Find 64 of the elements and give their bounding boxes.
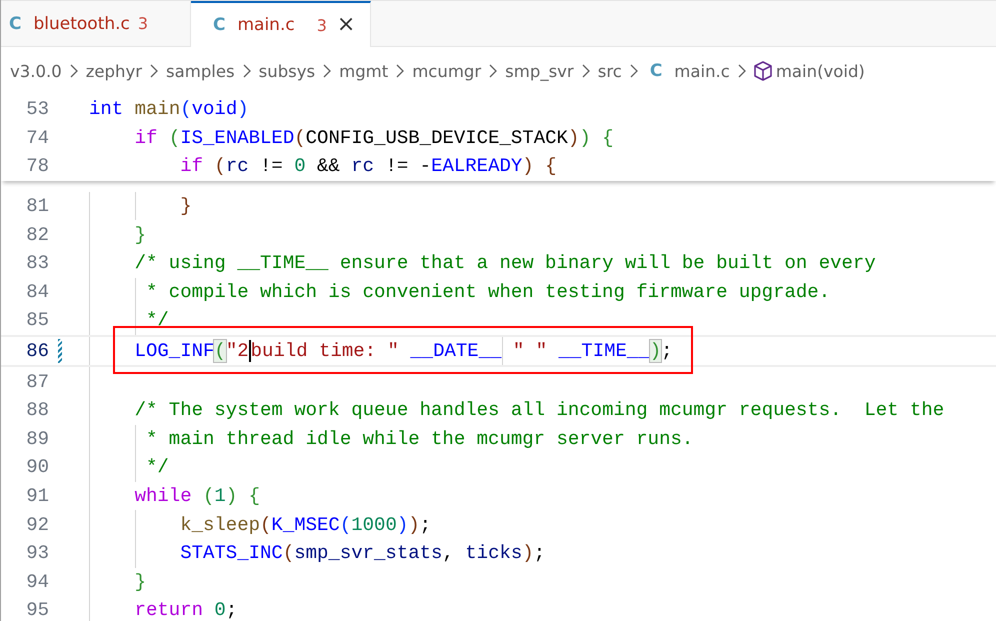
chevron-icon — [396, 64, 404, 78]
chevron-icon — [582, 64, 590, 78]
code-line: if (IS_ENABLED(CONFIG_USB_DEVICE_STACK)) { — [134, 126, 614, 151]
code-line: STATS_INC(smp_svr_stats, ticks); — [89, 538, 546, 568]
tab-label: bluetooth.c — [33, 14, 130, 34]
line-number: 86 — [25, 340, 49, 362]
code-line: * compile which is convenient when testing firmware upgrade. — [89, 278, 830, 306]
line-number: 89 — [25, 428, 49, 450]
chevron-icon — [489, 64, 498, 78]
code-line: /* using __TIME__ ensure that a new binary will be built on every — [89, 248, 876, 278]
line-number: 82 — [25, 224, 49, 246]
line-number: 53 — [25, 98, 49, 120]
code-line: /* The system work queue handles all incoming mcumgr requests. Let the — [89, 396, 944, 425]
line-number: 85 — [25, 309, 49, 332]
code-line: return 0; — [89, 596, 238, 621]
line-number: 90 — [25, 456, 49, 478]
line-number: 93 — [25, 542, 49, 564]
c-file-icon: C — [9, 14, 22, 34]
code-line: int main(void) — [89, 97, 249, 122]
line-number: 95 — [25, 599, 49, 621]
c-file-icon: C — [213, 15, 226, 35]
chevron-icon — [242, 64, 251, 78]
code-line: */ — [89, 453, 169, 482]
line-number: 81 — [25, 195, 49, 218]
line-number: 87 — [25, 370, 49, 393]
cube-icon — [754, 61, 772, 81]
chevron-icon — [630, 64, 638, 78]
code-line: LOG_INF("2 build time: " __DATE__ " " __TIME__); — [89, 336, 673, 366]
problem-count: 3 — [138, 14, 148, 33]
breadcrumb-item[interactable]: subsys — [258, 62, 316, 80]
line-number: 88 — [25, 399, 49, 422]
line-number: 84 — [25, 280, 49, 303]
line-number: 92 — [25, 514, 49, 536]
code-line: } — [89, 192, 192, 220]
code-line: } — [89, 568, 146, 596]
editor-tab[interactable]: C main.c 3 × — [191, 1, 371, 47]
line-number: 91 — [25, 485, 49, 508]
breadcrumb-item[interactable]: main(void) — [776, 62, 865, 80]
tab-label: main.c — [237, 15, 295, 35]
breadcrumb-item[interactable]: mcumgr — [412, 62, 482, 80]
breadcrumb-item[interactable]: mgmt — [339, 62, 388, 80]
chevron-icon — [70, 64, 78, 78]
code-line: } — [89, 220, 146, 249]
breadcrumb-item[interactable]: zephyr — [86, 62, 142, 80]
breadcrumb-item[interactable]: src — [598, 62, 622, 80]
chevron-icon — [323, 64, 332, 78]
code-line: * main thread idle while the mcumgr server runs. — [89, 424, 694, 454]
line-number: 78 — [25, 155, 49, 178]
code-line: k_sleep(K_MSEC(1000)); — [89, 510, 432, 539]
close-icon[interactable]: × — [336, 14, 356, 36]
problem-count: 3 — [316, 16, 327, 34]
line-number: 83 — [25, 252, 49, 274]
breadcrumb-item[interactable]: smp_svr — [505, 62, 574, 80]
code-line: while (1) { — [89, 482, 260, 510]
chevron-icon — [738, 64, 746, 78]
chevron-icon — [150, 64, 158, 78]
breadcrumb-item[interactable]: v3.0.0 — [10, 62, 62, 80]
c-file-icon: C — [650, 61, 662, 81]
breadcrumb-item[interactable]: samples — [166, 62, 235, 80]
line-number: 74 — [25, 126, 49, 149]
breadcrumb-item[interactable]: main.c — [674, 62, 730, 80]
code-line: if (rc != 0 && rc != -EALREADY) { — [179, 154, 556, 180]
line-number: 94 — [25, 570, 49, 593]
code-line: */ — [89, 306, 169, 335]
